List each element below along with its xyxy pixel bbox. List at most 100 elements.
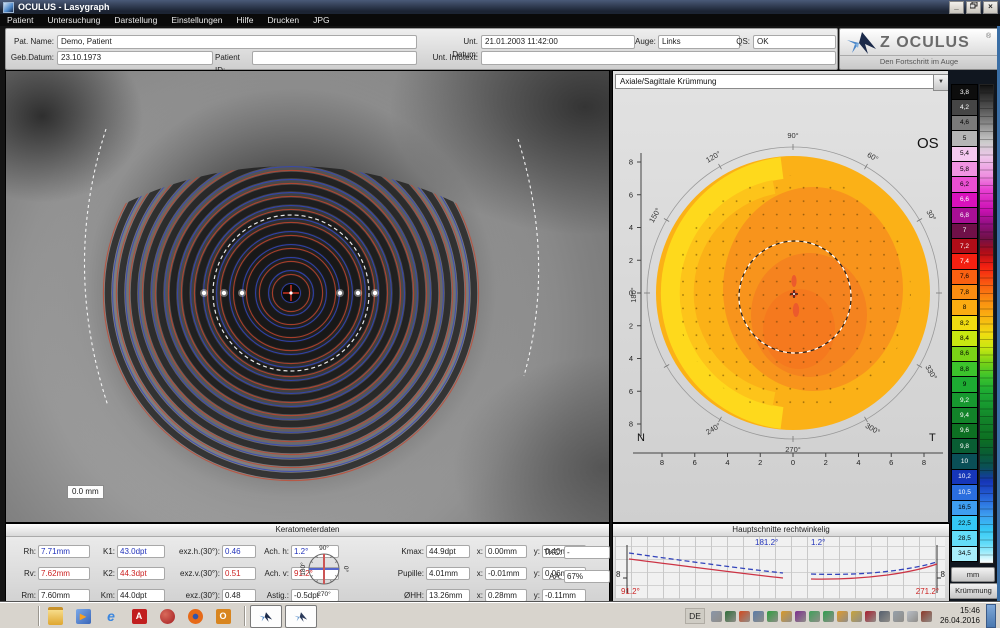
steep-meridian-curve (629, 559, 783, 578)
kerato-value[interactable]: 7.71mm (38, 545, 90, 558)
menu-item-drucken[interactable]: Drucken (260, 15, 306, 25)
clipboard-icon[interactable] (907, 611, 918, 622)
restore-button[interactable] (966, 1, 981, 14)
outlook-icon[interactable]: O (214, 607, 232, 625)
kerato-label: y: (530, 547, 540, 556)
firefox-icon[interactable] (186, 607, 204, 625)
outlook-tray-icon[interactable] (837, 611, 848, 622)
auge-field[interactable]: Links (658, 35, 740, 49)
svg-text:270°: 270° (785, 445, 801, 454)
kerato-value[interactable]: 13.26mm (426, 589, 470, 602)
svg-text:60°: 60° (866, 150, 880, 163)
oculus-window-button-1[interactable] (250, 605, 282, 628)
media-player-icon[interactable]: ▶ (74, 607, 92, 625)
menu-item-jpg[interactable]: JPG (306, 15, 337, 25)
kerato-value[interactable]: 43.0dpt (117, 545, 165, 558)
geb-datum-field[interactable]: 23.10.1973 (57, 51, 213, 65)
acrobat-icon[interactable]: A (130, 607, 148, 625)
kerato-label: Astig.: (259, 591, 289, 600)
security-badge-icon[interactable] (851, 611, 862, 622)
kerato-value[interactable]: 44.3dpt (117, 567, 165, 580)
oculus-star-icon (846, 31, 878, 55)
pat-name-field[interactable]: Demo, Patient (57, 35, 417, 49)
internet-explorer-icon[interactable]: e (102, 607, 120, 625)
patient-id-field[interactable] (252, 51, 417, 65)
globe-icon[interactable] (158, 607, 176, 625)
menu-item-patient[interactable]: Patient (0, 15, 40, 25)
kerato-value[interactable]: 0.28mm (485, 589, 527, 602)
kerato-value[interactable]: -0.01mm (485, 567, 527, 580)
devices-icon[interactable] (893, 611, 904, 622)
menu-item-hilfe[interactable]: Hilfe (229, 15, 260, 25)
minimize-button[interactable]: _ (949, 1, 964, 14)
scale-entry: 5 (951, 131, 978, 146)
pointer-device-icon[interactable] (711, 611, 722, 622)
kerato-value[interactable]: 4.01mm (426, 567, 470, 580)
language-indicator[interactable]: DE (685, 608, 705, 624)
unit-mm-button[interactable]: mm (951, 567, 995, 582)
kerato-value[interactable]: 0.51 (222, 567, 256, 580)
app-window: OCULUS - Lasygraph _ × PatientUntersuchu… (0, 0, 1000, 628)
kerato-label: exz.v.(30°): (168, 569, 220, 578)
close-button[interactable]: × (983, 1, 998, 14)
temporal-label: T (929, 432, 936, 444)
power-icon[interactable] (921, 611, 932, 622)
network-icon[interactable] (809, 611, 820, 622)
kerato-label: x: (473, 591, 483, 600)
tkc-value[interactable]: - (564, 546, 610, 559)
warning-icon[interactable] (781, 611, 792, 622)
show-desktop-button[interactable] (986, 604, 996, 628)
kerato-value[interactable]: 0.46 (222, 545, 256, 558)
menu-item-darstellung[interactable]: Darstellung (107, 15, 164, 25)
logo-registered-mark: ® (986, 33, 991, 40)
logo-brand-text: Z OCULUS (880, 34, 970, 52)
scale-entry: 8 (951, 300, 978, 315)
haupt-panel-title: Hauptschnitte rechtwinkelig (613, 524, 949, 537)
kerato-value[interactable]: 44.0dpt (117, 589, 165, 602)
display-icon[interactable] (753, 611, 764, 622)
menu-item-einstellungen[interactable]: Einstellungen (164, 15, 229, 25)
kerato-value[interactable]: 7.60mm (38, 589, 90, 602)
color-scale-gradient (979, 84, 994, 564)
kerato-value[interactable]: 0.48 (222, 589, 256, 602)
qs-field[interactable]: OK (753, 35, 836, 49)
unt-infotext-field[interactable] (481, 51, 836, 65)
media-tray-icon[interactable] (739, 611, 750, 622)
clock-date: 26.04.2016 (940, 616, 980, 626)
antivirus-icon[interactable] (865, 611, 876, 622)
meridian-profile-chart: 181.2° 1.2° 91.2° 271.2° 8 8 (615, 537, 945, 599)
scale-entry: 10 (951, 454, 978, 469)
aa-label: AA: (542, 572, 562, 581)
pen-input-icon[interactable] (879, 611, 890, 622)
update-icon[interactable] (767, 611, 778, 622)
meridian-angle-label-1: 181.2° (755, 538, 778, 547)
svg-text:4: 4 (629, 223, 633, 232)
image-scale-label: 0.0 mm (67, 485, 104, 499)
aa-value[interactable]: 67% (564, 570, 610, 583)
keratograph-eye-image-panel: 0.0 mm (5, 70, 610, 523)
limbus-arc-right (518, 139, 539, 376)
scale-entry: 3,8 (951, 84, 978, 100)
status-green-icon[interactable] (725, 611, 736, 622)
kruemmung-mode-button[interactable]: Krümmung (949, 583, 998, 599)
scale-entry: 5,8 (951, 162, 978, 177)
dropdown-arrow-icon[interactable]: ▼ (933, 74, 949, 91)
kerato-label: x: (473, 547, 483, 556)
kerato-value[interactable]: 7.62mm (38, 567, 90, 580)
unt-datum-field[interactable]: 21.01.2003 11:42:00 (481, 35, 635, 49)
kerato-value[interactable]: 0.00mm (485, 545, 527, 558)
file-explorer-icon[interactable] (46, 607, 64, 625)
svg-text:2: 2 (758, 458, 762, 467)
onenote-icon[interactable] (795, 611, 806, 622)
menu-item-untersuchung[interactable]: Untersuchung (40, 15, 107, 25)
svg-text:4: 4 (725, 458, 729, 467)
clock[interactable]: 15:46 26.04.2016 (940, 606, 980, 626)
sync-icon[interactable] (823, 611, 834, 622)
oculus-window-button-2[interactable] (285, 605, 317, 628)
nasal-label: N (637, 432, 645, 444)
map-type-dropdown[interactable]: Axiale/Sagittale Krümmung (615, 74, 943, 89)
kerato-value[interactable]: 44.9dpt (426, 545, 470, 558)
color-scale-panel: 3,84,24,655,45,86,26,66,877,27,47,67,888… (948, 70, 1000, 602)
kerato-label: Rv: (10, 569, 36, 578)
svg-text:90°: 90° (787, 131, 798, 140)
